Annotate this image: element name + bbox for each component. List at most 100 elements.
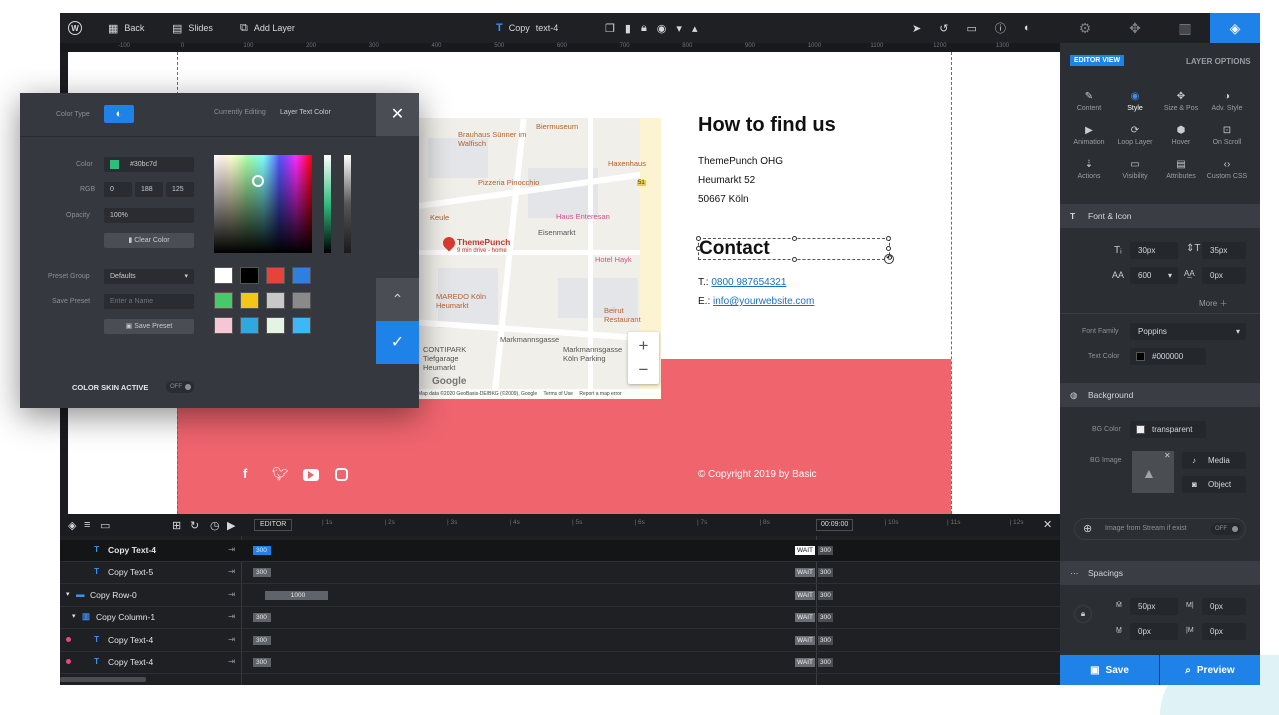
rotate-handle-icon[interactable]: ⟲ <box>884 254 894 264</box>
duplicate-icon[interactable]: ❐ <box>605 22 615 35</box>
collapse-icon[interactable]: ⇥ <box>228 566 235 577</box>
caret-down-icon[interactable]: ▾ <box>72 612 76 620</box>
spacings-section[interactable]: ··· Spacings <box>1060 561 1260 585</box>
speed-icon[interactable]: ◷ <box>210 519 220 532</box>
bg-color-picker[interactable]: transparent <box>1130 421 1206 438</box>
layers-icon[interactable]: ◈ <box>68 519 76 532</box>
cursor-icon[interactable]: ➤ <box>912 22 921 35</box>
chevron-up-icon[interactable]: ▴ <box>692 22 698 35</box>
color-swatch[interactable] <box>266 292 285 309</box>
clear-color-button[interactable]: ▮ Clear Color <box>104 233 194 248</box>
rgb-r-input[interactable]: 0 <box>104 182 132 197</box>
option-size-pos[interactable]: ✥ Size & Pos <box>1158 91 1204 112</box>
rgb-b-input[interactable]: 125 <box>166 182 194 197</box>
start-duration[interactable]: 300 <box>253 568 271 578</box>
collapse-icon[interactable]: ⇥ <box>228 634 235 645</box>
color-swatch[interactable] <box>292 317 311 334</box>
option-custom-css[interactable]: ‹› Custom CSS <box>1204 159 1250 180</box>
color-swatch[interactable] <box>240 267 259 284</box>
resize-handle[interactable] <box>696 246 701 251</box>
lock-icon[interactable]: 🔒︎ <box>641 22 647 35</box>
timeline-row[interactable]: ▾ ▥ Copy Column-1 ⇥ 300 WAIT 300 <box>60 607 1060 630</box>
phone-link[interactable]: 0800 987654321 <box>711 277 786 288</box>
editor-tag[interactable]: EDITOR <box>254 519 293 531</box>
zoom-out-button[interactable]: − <box>628 360 659 380</box>
color-swatch[interactable] <box>214 317 233 334</box>
timeline-row[interactable]: ▾ ▬ Copy Row-0 ⇥ 1000 WAIT 300 <box>60 585 1060 607</box>
more-button[interactable]: More ＋ <box>1199 298 1227 309</box>
rgb-g-input[interactable]: 188 <box>135 182 163 197</box>
option-content[interactable]: ✎ Content <box>1066 91 1112 112</box>
save-preset-button[interactable]: ▣ Save Preset <box>104 319 194 334</box>
option-visibility[interactable]: ▭ Visibility <box>1112 159 1158 180</box>
list-icon[interactable]: ≡ <box>84 519 90 531</box>
color-swatch[interactable] <box>292 267 311 284</box>
end-duration[interactable]: 300 <box>818 613 833 623</box>
line-height-input[interactable]: 35px <box>1202 242 1246 259</box>
preview-button[interactable]: ⌕ Preview <box>1160 655 1260 685</box>
email-link[interactable]: info@yourwebsite.com <box>713 296 814 307</box>
navigation-tab-icon[interactable]: ✥ <box>1110 13 1160 43</box>
media-button[interactable]: ♪ Media <box>1182 452 1246 469</box>
start-duration[interactable]: 300 <box>253 635 271 645</box>
color-cursor[interactable] <box>252 175 264 187</box>
caret-down-icon[interactable]: ▾ <box>66 590 70 598</box>
color-swatch[interactable] <box>240 317 259 334</box>
eye-icon[interactable]: ◉ <box>657 22 667 35</box>
apply-color-button[interactable]: ✓ <box>376 321 419 364</box>
instagram-icon[interactable] <box>335 468 348 481</box>
zoom-in-button[interactable]: + <box>628 336 659 356</box>
wait-label[interactable]: WAIT <box>795 568 816 578</box>
bg-image-placeholder[interactable]: ▲ ✕ <box>1132 451 1174 493</box>
columns-tab-icon[interactable]: ▥ <box>1160 13 1210 43</box>
desktop-icon[interactable]: ▭ <box>966 22 976 35</box>
timeline-row[interactable]: T Copy Text-4 ⇥ 300 WAIT 300 <box>60 652 1060 674</box>
add-layer-button[interactable]: ⧉ Add Layer <box>240 13 295 43</box>
twitter-icon[interactable]: 🐦︎ <box>272 466 289 482</box>
scroll-up-button[interactable]: ⌃ <box>376 278 419 321</box>
wait-label[interactable]: WAIT <box>795 590 816 600</box>
font-family-select[interactable]: Poppins ▾ <box>1130 323 1246 340</box>
end-duration[interactable]: 300 <box>818 546 833 555</box>
play-icon[interactable]: ▶ <box>227 519 235 532</box>
color-swatch[interactable] <box>214 267 233 284</box>
report-link[interactable]: Report a map error <box>579 391 621 397</box>
start-duration[interactable]: 300 <box>253 613 271 623</box>
contrast-icon[interactable]: ◐ <box>1024 22 1031 34</box>
preset-name-input[interactable]: Enter a Name <box>104 294 194 309</box>
resize-handle[interactable] <box>886 246 891 251</box>
margin-bottom-input[interactable]: 0px <box>1130 623 1178 640</box>
margin-top-input[interactable]: 50px <box>1130 598 1178 615</box>
end-duration[interactable]: 300 <box>818 635 833 645</box>
back-button[interactable]: ▦ Back <box>108 13 144 43</box>
close-icon[interactable]: ✕ <box>1164 451 1171 460</box>
preset-group-select[interactable]: Defaults ▾ <box>104 269 194 284</box>
layers-tab-icon[interactable]: ◈ <box>1210 13 1260 43</box>
chevron-down-icon[interactable]: ▾ <box>676 22 682 35</box>
color-type-toggle[interactable]: ◐ <box>104 105 134 123</box>
timeline-row[interactable]: T Copy Text-5 ⇥ 300 WAIT 300 <box>60 562 1060 585</box>
option-on-scroll[interactable]: ⊡ On Scroll <box>1204 125 1250 146</box>
color-swatch[interactable] <box>240 292 259 309</box>
color-swatch[interactable] <box>266 317 285 334</box>
color-gradient-area[interactable] <box>214 155 312 253</box>
start-duration[interactable]: 300 <box>253 546 271 555</box>
undo-icon[interactable]: ↺ <box>939 22 948 35</box>
wordpress-logo[interactable]: W <box>68 13 82 43</box>
terms-link[interactable]: Terms of Use <box>544 391 573 397</box>
collapse-icon[interactable]: ⇥ <box>228 544 235 555</box>
timeline-row[interactable]: T Copy Text-4 ⇥ 300 WAIT 300 <box>60 630 1060 652</box>
editor-view-badge[interactable]: EDITOR VIEW <box>1070 55 1125 66</box>
help-icon[interactable]: ⓘ <box>995 20 1006 36</box>
margin-right-input[interactable]: 0px <box>1202 598 1246 615</box>
resize-handle[interactable] <box>696 236 701 241</box>
color-swatch[interactable] <box>266 267 285 284</box>
slides-button[interactable]: ▤ Slides <box>172 13 213 43</box>
color-swatch[interactable] <box>292 292 311 309</box>
address-line[interactable]: ThemePunch OHG <box>698 156 783 167</box>
color-skin-toggle[interactable]: OFF <box>166 381 194 393</box>
option-style[interactable]: ◉ Style <box>1112 91 1158 112</box>
wait-label[interactable]: WAIT <box>795 546 816 555</box>
font-weight-select[interactable]: 600 ▾ <box>1130 267 1178 284</box>
grid-view-icon[interactable]: ⊞ <box>172 519 181 532</box>
